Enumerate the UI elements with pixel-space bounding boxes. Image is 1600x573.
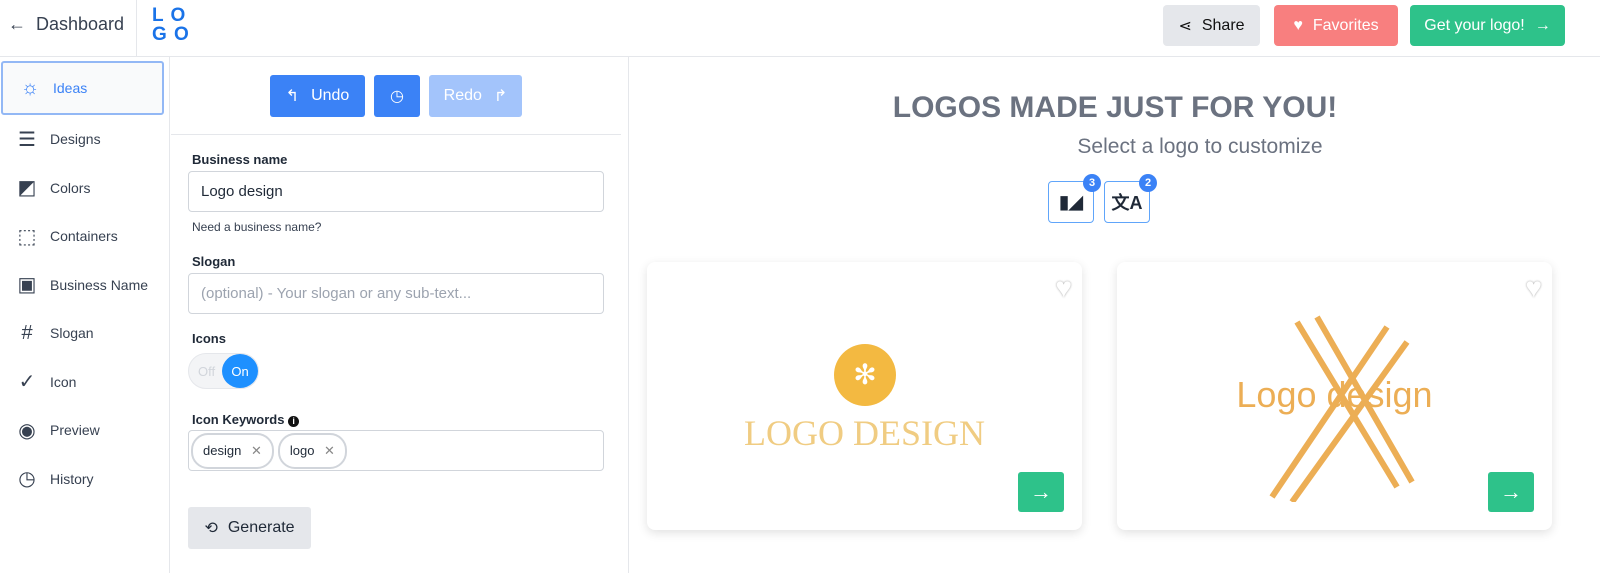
back-to-dashboard[interactable]: ← Dashboard — [8, 14, 124, 35]
slogan-input[interactable]: (optional) - Your slogan or any sub-text… — [188, 273, 604, 314]
editor-panel: ↰ Undo ◷ Redo ↱ Business name Logo design … — [171, 57, 629, 573]
business-name-label: Business name — [192, 152, 288, 167]
arrow-left-icon: ← — [8, 14, 26, 34]
share-button[interactable]: ⋖ Share — [1163, 5, 1260, 46]
customize-arrow-button[interactable]: → — [1488, 472, 1534, 512]
sidebar: ☼ Ideas ☰ Designs ◩ Colors ⬚ Containers ▣ Busines… — [0, 57, 170, 573]
customize-arrow-button[interactable]: → — [1018, 472, 1064, 512]
page-subtitle: Select a logo to customize — [1077, 135, 1323, 158]
language-filter-button[interactable]: 文A 2 — [1104, 174, 1157, 223]
sidebar-item-label: Designs — [50, 131, 101, 148]
layers-icon: ☰ — [18, 128, 36, 151]
sidebar-item-label: Business Name — [50, 276, 149, 293]
lightbulb-icon: ☼ — [20, 76, 40, 99]
flower-icon: ✻ — [834, 344, 896, 406]
history-button[interactable]: ◷ — [374, 75, 420, 117]
generate-button[interactable]: ⟲ Generate — [188, 507, 311, 549]
icons-toggle[interactable]: Off On — [188, 353, 259, 389]
palette-icon: ▮◢ — [1059, 191, 1083, 212]
container-icon: ⬚ — [17, 225, 37, 248]
clock-icon: ◷ — [18, 468, 36, 491]
id-card-icon: ▣ — [17, 274, 37, 297]
favorites-button[interactable]: ♥ Favorites — [1274, 5, 1398, 46]
get-logo-button[interactable]: Get your logo! → — [1410, 5, 1565, 46]
business-name-help-link[interactable]: Need a business name? — [192, 220, 321, 234]
palette-icon: ◩ — [17, 177, 37, 200]
redo-button[interactable]: Redo ↱ — [429, 75, 522, 117]
sidebar-item-label: History — [50, 470, 94, 487]
favorite-heart-icon[interactable]: ♥ — [1055, 272, 1072, 304]
keyword-chip: design ✕ — [191, 432, 274, 469]
translate-icon: 文A — [1111, 193, 1143, 213]
sidebar-item-label: Containers — [50, 228, 118, 245]
icons-label: Icons — [192, 331, 226, 346]
share-icon: ⋖ — [1178, 17, 1192, 35]
sidebar-item-business-name[interactable]: ▣ Business Name — [0, 261, 169, 310]
clock-icon: ◷ — [390, 88, 404, 105]
badge-check-icon: ✓ — [18, 371, 36, 394]
eye-icon: ◉ — [18, 419, 36, 442]
remove-keyword-icon[interactable]: ✕ — [324, 443, 335, 458]
business-name-input[interactable]: Logo design — [188, 171, 604, 212]
icon-keywords-label: Icon Keywords i — [192, 412, 300, 427]
info-icon: i — [288, 416, 300, 427]
results-panel: LOGOS MADE JUST FOR YOU! Select a logo t… — [630, 57, 1600, 573]
sidebar-item-slogan[interactable]: # Slogan — [0, 309, 169, 358]
sidebar-item-containers[interactable]: ⬚ Containers — [0, 212, 169, 261]
sidebar-item-icon[interactable]: ✓ Icon — [0, 358, 169, 407]
style-filter-button[interactable]: ▮◢ 3 — [1048, 174, 1101, 223]
refresh-icon: ⟲ — [204, 520, 218, 537]
undo-icon: ↰ — [285, 88, 300, 105]
sidebar-item-history[interactable]: ◷ History — [0, 455, 169, 504]
page-title: LOGOS MADE JUST FOR YOU! — [892, 91, 1338, 124]
hash-icon: # — [21, 321, 33, 344]
logo-text: Logo design — [1236, 374, 1433, 415]
remove-keyword-icon[interactable]: ✕ — [251, 443, 262, 458]
sidebar-item-label: Slogan — [50, 325, 94, 342]
sidebar-item-label: Preview — [50, 422, 100, 439]
redo-icon: ↱ — [493, 88, 508, 105]
sidebar-item-label: Ideas — [53, 80, 88, 96]
sidebar-item-ideas[interactable]: ☼ Ideas — [1, 61, 164, 115]
icon-keywords-input[interactable]: design ✕ logo ✕ — [188, 430, 604, 471]
keyword-chip: logo ✕ — [277, 432, 347, 469]
sidebar-item-label: Colors — [50, 179, 91, 196]
slogan-label: Slogan — [192, 254, 236, 269]
heart-icon: ♥ — [1293, 16, 1303, 34]
divider — [136, 0, 137, 57]
logo-text: LOGO DESIGN — [744, 413, 985, 453]
top-bar: ← Dashboard L OG O ⋖ Share ♥ Favorites Get … — [0, 0, 1600, 57]
brand-logo[interactable]: L OG O — [152, 6, 192, 44]
divider — [171, 134, 621, 135]
sidebar-item-colors[interactable]: ◩ Colors — [0, 164, 169, 213]
sidebar-item-preview[interactable]: ◉ Preview — [0, 406, 169, 455]
sidebar-item-label: Icon — [50, 373, 77, 390]
sidebar-item-designs[interactable]: ☰ Designs — [0, 115, 169, 164]
logo-card[interactable]: Logo design ♥ → — [1117, 262, 1552, 530]
undo-button[interactable]: ↰ Undo — [270, 75, 365, 117]
arrow-right-icon: → — [1534, 16, 1551, 34]
logo-card[interactable]: ✻ LOGO DESIGN ♥ → — [647, 262, 1082, 530]
favorite-heart-icon[interactable]: ♥ — [1525, 272, 1542, 304]
